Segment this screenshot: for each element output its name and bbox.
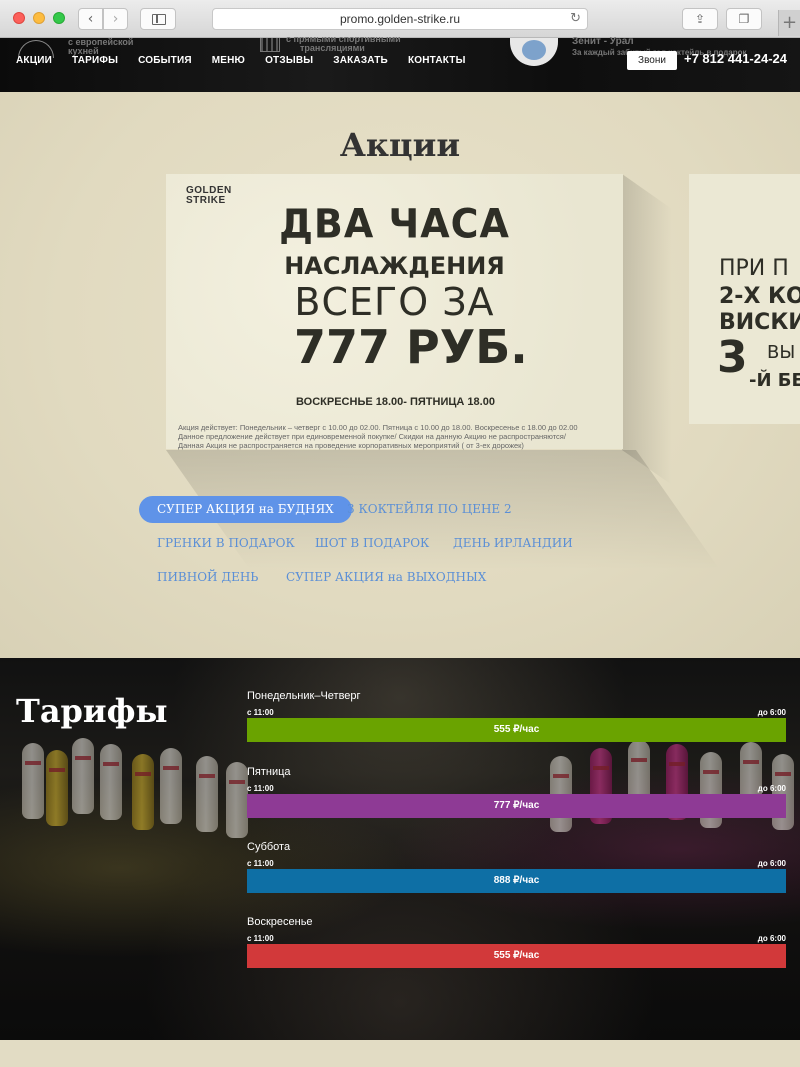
fine-print-line-3: Данная Акция не распространяется на пров… — [178, 441, 524, 450]
tab-shot-gift[interactable]: ШОТ В ПОДАРОК — [315, 536, 429, 550]
tabs-icon: ❐ — [738, 12, 750, 26]
banner-shadow-side — [622, 174, 672, 486]
banner-headline-1: ДВА ЧАСА — [279, 200, 510, 248]
nav-menu[interactable]: МЕНЮ — [212, 55, 245, 66]
next-section-start — [0, 1040, 800, 1067]
banner-fine-print: Акция действует: Понедельник – четверг с… — [178, 423, 618, 450]
back-button[interactable]: ‹ — [78, 8, 103, 30]
tariff-day: Суббота — [247, 841, 291, 853]
zoom-window-button[interactable] — [53, 12, 65, 24]
promotions-title: Акции — [339, 126, 461, 164]
forward-button[interactable]: › — [103, 8, 128, 30]
chevron-left-icon: ‹ — [87, 11, 94, 27]
tariff-price-bar: 777 ₽/час — [247, 794, 786, 818]
nav-order[interactable]: ЗАКАЗАТЬ — [333, 55, 388, 66]
club-emblem-icon — [510, 38, 558, 66]
nav-contacts[interactable]: КОНТАКТЫ — [408, 55, 466, 66]
tariff-from: с 11:00 — [247, 708, 274, 717]
share-button[interactable]: ⇪ — [682, 8, 718, 30]
promo-banner[interactable]: GOLDEN STRIKE ДВА ЧАСА НАСЛАЖДЕНИЯ ВСЕГО… — [166, 174, 623, 450]
tariff-price-bar: 555 ₽/час — [247, 718, 786, 742]
next-promo-banner[interactable]: ПРИ П 2-Х КО ВИСКИ 3 ВЫ -Й БЕС — [689, 174, 800, 424]
sidebar-icon — [152, 14, 166, 25]
tariff-day: Пятница — [247, 766, 291, 778]
promotions-section: Акции GOLDEN STRIKE ДВА ЧАСА НАСЛАЖДЕНИЯ… — [0, 92, 800, 658]
tab-beer-day[interactable]: ПИВНОЙ ДЕНЬ — [157, 570, 258, 584]
banner-headline-3: ВСЕГО ЗА — [294, 280, 495, 324]
tariff-price-bar: 888 ₽/час — [247, 869, 786, 893]
plus-icon: + — [781, 12, 798, 33]
show-tabs-button[interactable]: ❐ — [726, 8, 762, 30]
tab-croutons-gift[interactable]: ГРЕНКИ В ПОДАРОК — [157, 536, 295, 550]
minimize-window-button[interactable] — [33, 12, 45, 24]
tariff-to: до 6:00 — [757, 934, 786, 943]
main-nav: АКЦИИ ТАРИФЫ СОБЫТИЯ МЕНЮ ОТЗЫВЫ ЗАКАЗАТ… — [16, 55, 486, 66]
tariff-from: с 11:00 — [247, 859, 274, 868]
address-bar[interactable]: promo.golden-strike.ru ↻ — [212, 8, 588, 30]
tariff-day: Воскресенье — [247, 916, 313, 928]
phone-number[interactable]: +7 812 441-24-24 — [684, 51, 787, 66]
share-icon: ⇪ — [694, 12, 706, 26]
fine-print-line-2: Данное предложение действует при единовр… — [178, 432, 566, 441]
banner-headline-2: НАСЛАЖДЕНИЯ — [284, 252, 505, 280]
chevron-right-icon: › — [112, 11, 119, 27]
banner-price: 777 РУБ. — [294, 320, 528, 374]
tab-3-cocktails[interactable]: 3 КОКТЕЙЛЯ ПО ЦЕНЕ 2 — [347, 502, 512, 516]
fine-print-line-1: Акция действует: Понедельник – четверг с… — [178, 423, 578, 432]
next-banner-line-4: 3 — [717, 332, 748, 383]
tariff-to: до 6:00 — [757, 859, 786, 868]
close-window-button[interactable] — [13, 12, 25, 24]
next-banner-line-6: -Й БЕС — [749, 370, 800, 391]
site-header: с европейской кухней с прямыми спортивны… — [0, 35, 800, 92]
tab-ireland-day[interactable]: ДЕНЬ ИРЛАНДИИ — [453, 536, 573, 550]
tab-super-weekdays[interactable]: СУПЕР АКЦИЯ на БУДНЯХ — [139, 496, 352, 523]
nav-reviews[interactable]: ОТЗЫВЫ — [265, 55, 313, 66]
tariff-price-bar: 555 ₽/час — [247, 944, 786, 968]
banner-schedule: ВОСКРЕСНЬЕ 18.00- ПЯТНИЦА 18.00 — [296, 396, 495, 408]
tariff-day: Понедельник–Четверг — [247, 690, 361, 702]
nav-events[interactable]: СОБЫТИЯ — [138, 55, 192, 66]
next-banner-line-5: ВЫ — [767, 342, 796, 363]
sidebar-toggle-button[interactable] — [140, 8, 176, 30]
tab-super-weekends[interactable]: СУПЕР АКЦИЯ на ВЫХОДНЫХ — [286, 570, 486, 584]
beer-glass-icon — [260, 38, 280, 52]
tariff-from: с 11:00 — [247, 784, 274, 793]
nav-promotions[interactable]: АКЦИИ — [16, 55, 52, 66]
tariff-from: с 11:00 — [247, 934, 274, 943]
call-button[interactable]: Звони — [627, 51, 677, 70]
new-tab-button[interactable]: + — [778, 10, 800, 36]
tariff-to: до 6:00 — [757, 708, 786, 717]
tariffs-title: Тарифы — [16, 692, 168, 730]
tariffs-section: Тарифы Понедельник–Четверг с 11:00 до 6:… — [0, 658, 800, 1040]
nav-tariffs[interactable]: ТАРИФЫ — [72, 55, 118, 66]
tariff-to: до 6:00 — [757, 784, 786, 793]
browser-toolbar: ‹ › promo.golden-strike.ru ↻ ⇪ ❐ + — [0, 0, 800, 38]
header-faded-text-4: трансляциями — [300, 43, 365, 53]
reload-icon[interactable]: ↻ — [570, 9, 581, 29]
next-banner-line-2: 2-Х КО — [719, 284, 800, 309]
url-text: promo.golden-strike.ru — [339, 12, 461, 26]
next-banner-line-1: ПРИ П — [719, 256, 789, 281]
header-faded-text-5: Зенит - Урал — [572, 36, 634, 47]
